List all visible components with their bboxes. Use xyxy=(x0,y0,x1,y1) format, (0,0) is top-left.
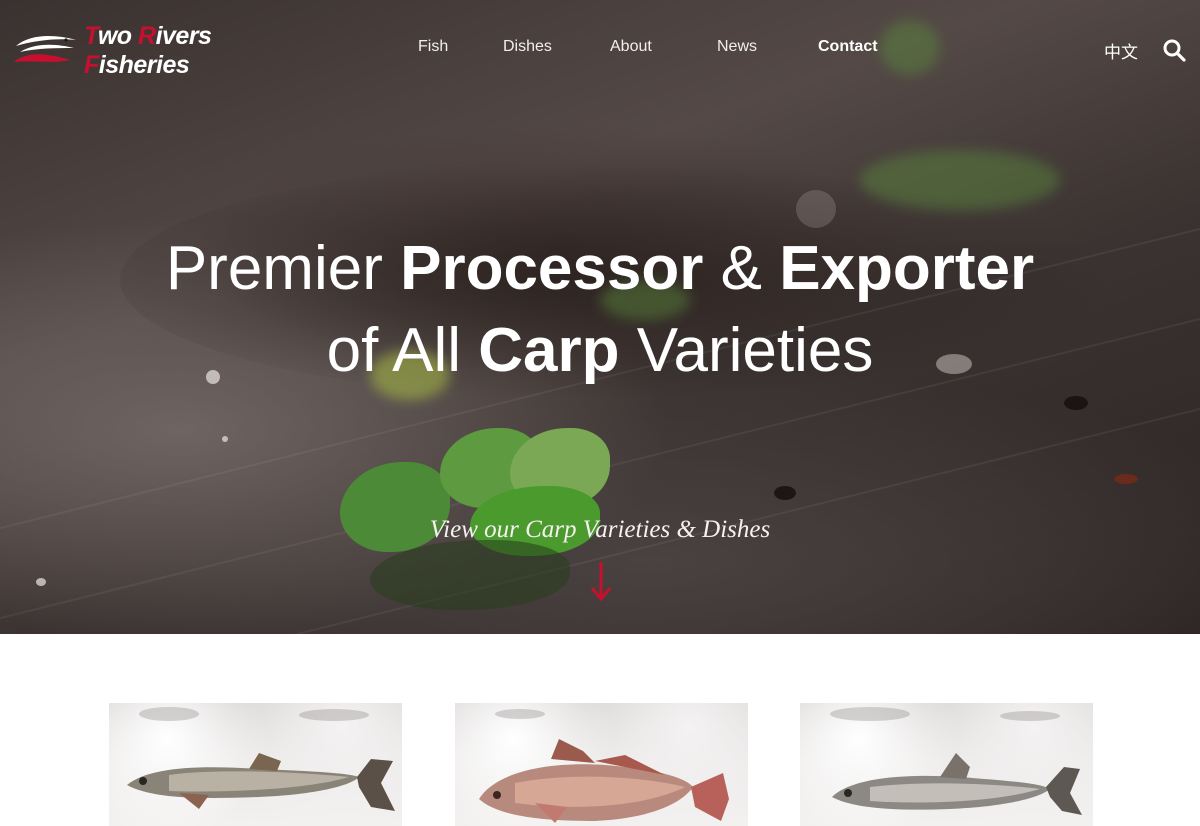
logo-text-part: ivers xyxy=(155,22,212,50)
headline-text: Premier xyxy=(165,234,401,303)
blurred-herb xyxy=(860,150,1060,210)
logo-line-2: Fisheries xyxy=(84,51,211,80)
headline-line-1: Premier Processor & Exporter xyxy=(0,228,1200,310)
fish-card-grass-carp[interactable] xyxy=(109,703,402,826)
fish-logo-icon xyxy=(14,36,76,62)
headline-text: of All xyxy=(326,316,479,385)
nav-item-about[interactable]: About xyxy=(610,38,652,56)
grass-carp-fish-image xyxy=(127,753,395,811)
fish-card-red-carp[interactable] xyxy=(455,703,748,826)
logo-letter: R xyxy=(138,22,156,50)
view-varieties-link[interactable]: View our Carp Varieties & Dishes xyxy=(0,516,1200,544)
nav-item-contact[interactable]: Contact xyxy=(818,38,878,56)
arrow-down-icon[interactable] xyxy=(590,560,612,604)
logo-text-part: isheries xyxy=(98,51,190,79)
logo-letter: T xyxy=(84,22,98,50)
hero-headline: Premier Processor & Exporter of All Carp… xyxy=(0,228,1200,392)
logo-wordmark: Two Rivers Fisheries xyxy=(84,22,212,80)
headline-text: Varieties xyxy=(619,316,874,385)
red-carp-fish-image xyxy=(479,739,729,823)
headline-text: & xyxy=(703,234,780,303)
nav-item-news[interactable]: News xyxy=(717,38,757,56)
headline-emphasis: Carp xyxy=(478,316,620,385)
salt-speck xyxy=(222,436,228,442)
brand-logo[interactable]: Two Rivers Fisheries xyxy=(14,22,234,82)
logo-line-1: Two Rivers xyxy=(84,22,212,51)
nav-item-fish[interactable]: Fish xyxy=(418,38,448,56)
nav-item-dishes[interactable]: Dishes xyxy=(503,38,552,56)
headline-emphasis: Exporter xyxy=(779,234,1035,303)
pepper-speck xyxy=(1114,474,1138,484)
search-icon[interactable] xyxy=(1162,38,1186,62)
pepper-speck xyxy=(774,486,796,500)
blurred-herb xyxy=(880,20,940,75)
headline-line-2: of All Carp Varieties xyxy=(0,310,1200,392)
language-switch[interactable]: 中文 xyxy=(1104,38,1138,63)
pepper-speck xyxy=(1064,396,1088,410)
logo-text-part: wo xyxy=(97,22,139,50)
silver-carp-fish-image xyxy=(832,753,1082,815)
salt-speck xyxy=(36,578,46,586)
fish-card-silver-carp[interactable] xyxy=(800,703,1093,826)
headline-emphasis: Processor xyxy=(400,234,704,303)
salt-speck xyxy=(796,190,836,228)
logo-letter: F xyxy=(84,51,99,79)
